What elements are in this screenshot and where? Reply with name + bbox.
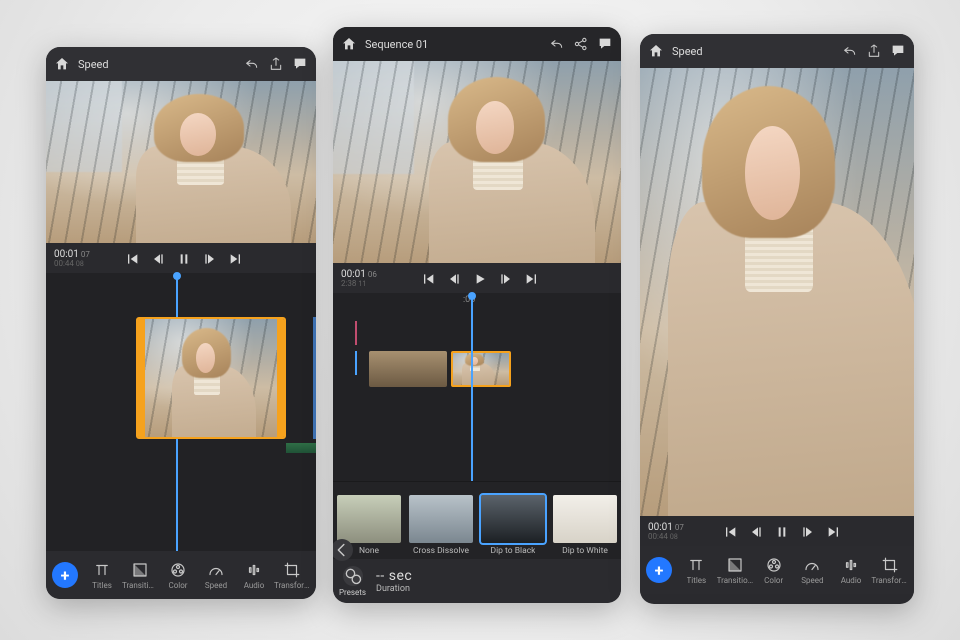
- preview-monitor[interactable]: [333, 61, 621, 263]
- timeline-clip[interactable]: [369, 351, 447, 387]
- topbar-title: Speed: [78, 58, 109, 71]
- presets-button[interactable]: Presets: [339, 566, 366, 597]
- go-start-icon[interactable]: [420, 271, 436, 287]
- top-bar: Speed: [46, 47, 316, 81]
- step-fwd-icon[interactable]: [800, 524, 816, 540]
- timecode: 00:0107 00:44 08: [54, 250, 90, 269]
- go-start-icon[interactable]: [124, 251, 140, 267]
- export-icon[interactable]: [268, 56, 284, 72]
- home-icon[interactable]: [341, 36, 357, 52]
- step-back-icon[interactable]: [446, 271, 462, 287]
- preview-monitor[interactable]: [46, 81, 316, 243]
- topbar-title: Sequence 01: [365, 38, 428, 51]
- tool-transitions[interactable]: Transitions: [717, 556, 754, 585]
- marker-out[interactable]: [355, 351, 357, 375]
- topbar-title: Speed: [672, 45, 703, 58]
- transition-dip-to-white[interactable]: Dip to White: [549, 481, 621, 559]
- comment-icon[interactable]: [597, 36, 613, 52]
- top-bar: Speed: [640, 34, 914, 68]
- bottom-toolbar: + Titles Transitions Color Speed Audio T…: [640, 546, 914, 594]
- timeline-clip-selected[interactable]: [451, 351, 511, 387]
- step-fwd-icon[interactable]: [498, 271, 514, 287]
- chevron-left-icon[interactable]: [333, 539, 353, 561]
- undo-icon[interactable]: [842, 43, 858, 59]
- preview-monitor[interactable]: [640, 68, 914, 516]
- step-fwd-icon[interactable]: [202, 251, 218, 267]
- share-icon[interactable]: [573, 36, 589, 52]
- transport-row: 00:0107 00:44 08: [46, 243, 316, 273]
- tool-transform[interactable]: Transform: [274, 561, 310, 590]
- audio-strip[interactable]: [286, 443, 316, 453]
- transport-row: 00:0107 00:44 08: [640, 516, 914, 546]
- timecode: 00:0107 00:44 08: [648, 523, 684, 542]
- go-start-icon[interactable]: [722, 524, 738, 540]
- duration-field[interactable]: -- sec Duration: [376, 568, 412, 594]
- add-button[interactable]: +: [646, 557, 672, 583]
- step-back-icon[interactable]: [150, 251, 166, 267]
- preset-bar: Presets -- sec Duration: [333, 559, 621, 603]
- add-button[interactable]: +: [52, 562, 78, 588]
- bottom-toolbar: + Titles Transitions Color Speed Audio T…: [46, 551, 316, 599]
- next-clip-edge: [313, 317, 316, 439]
- go-end-icon[interactable]: [524, 271, 540, 287]
- undo-icon[interactable]: [244, 56, 260, 72]
- timecode: 00:0106 2:38 11: [341, 270, 377, 289]
- timeline[interactable]: :00: [333, 293, 621, 481]
- transition-cross-dissolve[interactable]: Cross Dissolve: [405, 481, 477, 559]
- tool-titles[interactable]: Titles: [678, 556, 715, 585]
- tool-color[interactable]: Color: [160, 561, 196, 590]
- home-icon[interactable]: [54, 56, 70, 72]
- export-icon[interactable]: [866, 43, 882, 59]
- timeline[interactable]: [46, 273, 316, 551]
- marker-in[interactable]: [355, 321, 357, 345]
- tool-speed[interactable]: Speed: [794, 556, 831, 585]
- transition-presets: None Cross Dissolve Dip to Black Dip to …: [333, 481, 621, 559]
- tool-speed[interactable]: Speed: [198, 561, 234, 590]
- tool-color[interactable]: Color: [755, 556, 792, 585]
- pause-icon[interactable]: [176, 251, 192, 267]
- transition-dip-to-black[interactable]: Dip to Black: [477, 481, 549, 559]
- phone-left: Speed 00:0107 00:44 08: [46, 47, 316, 599]
- step-back-icon[interactable]: [748, 524, 764, 540]
- comment-icon[interactable]: [292, 56, 308, 72]
- phone-right: Speed 00:0107 00:44 08: [640, 34, 914, 604]
- tool-titles[interactable]: Titles: [84, 561, 120, 590]
- comment-icon[interactable]: [890, 43, 906, 59]
- go-end-icon[interactable]: [228, 251, 244, 267]
- pause-icon[interactable]: [774, 524, 790, 540]
- tool-audio[interactable]: Audio: [833, 556, 870, 585]
- tool-transform[interactable]: Transform: [871, 556, 908, 585]
- home-icon[interactable]: [648, 43, 664, 59]
- tool-audio[interactable]: Audio: [236, 561, 272, 590]
- phone-center: Sequence 01 00:0106 2:38 11: [333, 27, 621, 603]
- undo-icon[interactable]: [549, 36, 565, 52]
- go-end-icon[interactable]: [826, 524, 842, 540]
- top-bar: Sequence 01: [333, 27, 621, 61]
- transport-row: 00:0106 2:38 11: [333, 263, 621, 293]
- timeline-clip[interactable]: [136, 317, 286, 439]
- play-icon[interactable]: [472, 271, 488, 287]
- tool-transitions[interactable]: Transitions: [122, 561, 158, 590]
